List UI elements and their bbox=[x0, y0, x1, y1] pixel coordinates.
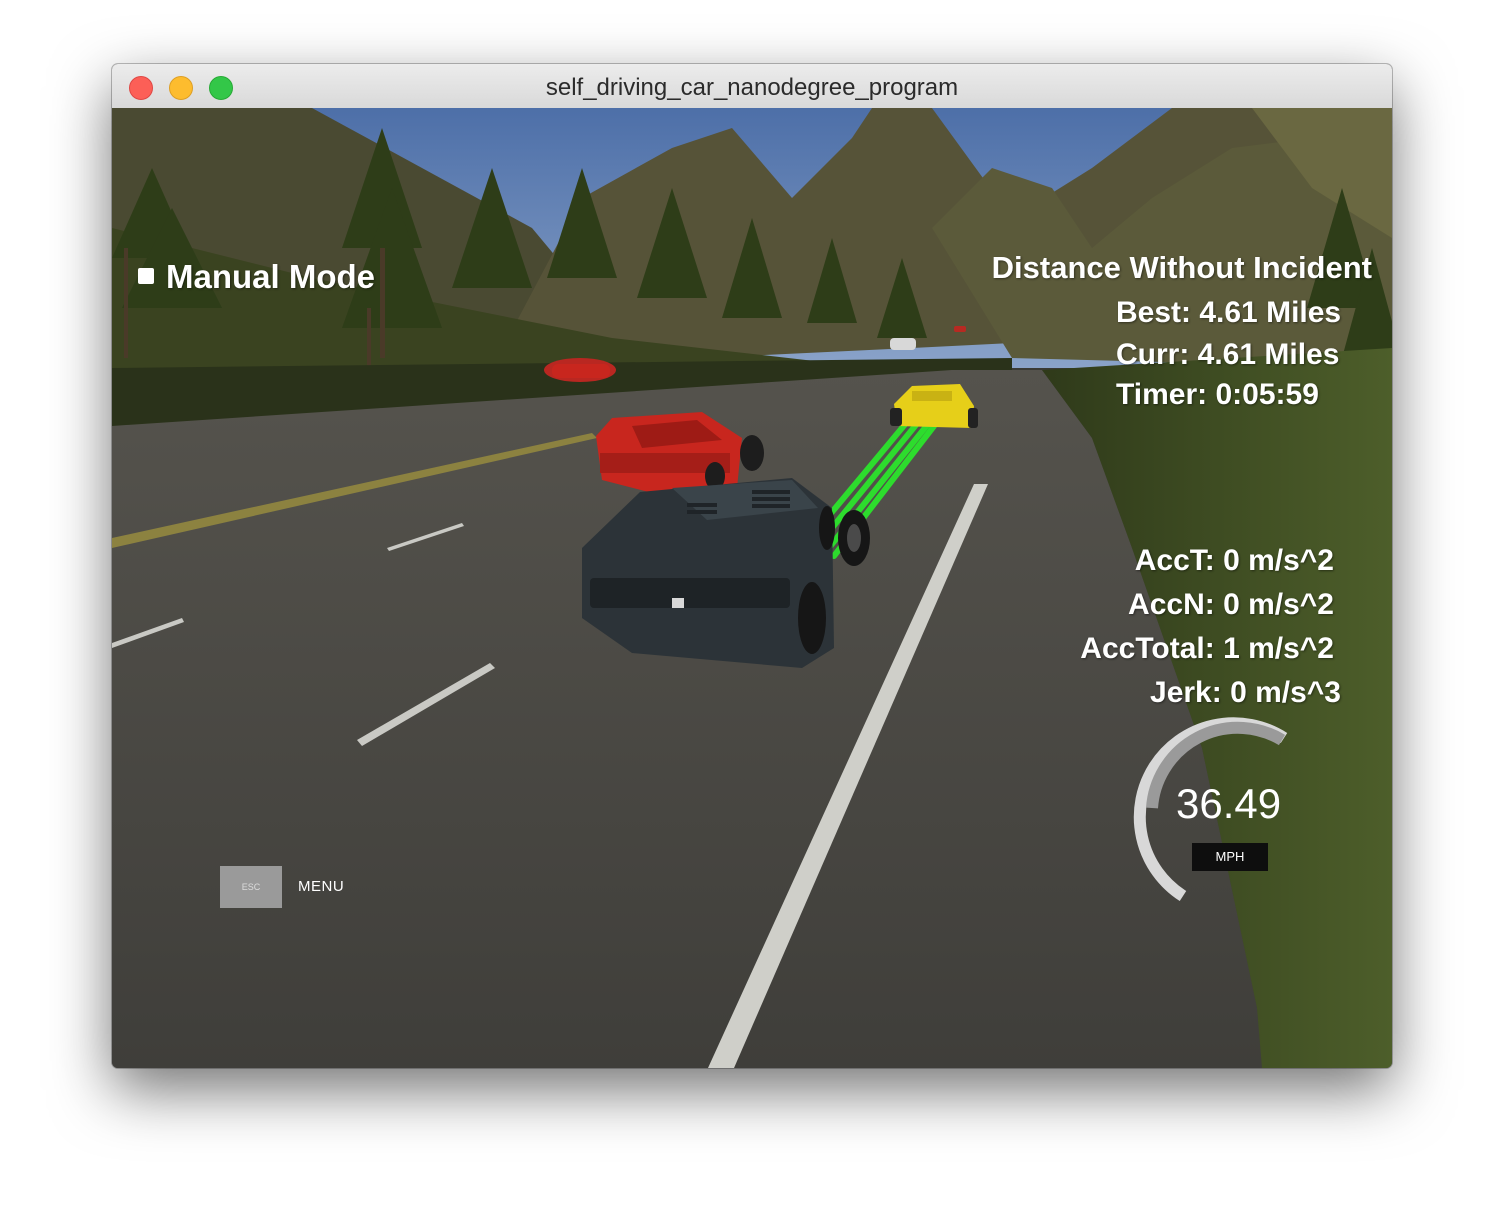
mode-toggle-icon[interactable] bbox=[138, 268, 154, 284]
timer: Timer: 0:05:59 bbox=[1116, 378, 1319, 411]
acc-t: AccT: 0 m/s^2 bbox=[1134, 544, 1334, 577]
esc-button[interactable]: ESC bbox=[220, 866, 282, 908]
acc-total: AccTotal: 1 m/s^2 bbox=[1080, 632, 1334, 665]
simulator-window: self_driving_car_nanodegree_program Manu… bbox=[112, 64, 1392, 1068]
distant-car-white bbox=[890, 338, 916, 350]
jerk: Jerk: 0 m/s^3 bbox=[1150, 676, 1341, 709]
menu-label: MENU bbox=[298, 878, 345, 895]
mode-indicator[interactable]: Manual Mode bbox=[138, 258, 375, 296]
speed-unit: MPH bbox=[1192, 843, 1268, 871]
acc-n: AccN: 0 m/s^2 bbox=[1128, 588, 1334, 621]
speed-value: 36.49 bbox=[1176, 780, 1282, 827]
current-distance: Curr: 4.61 Miles bbox=[1116, 338, 1340, 371]
ego-car bbox=[582, 478, 870, 668]
title-bar: self_driving_car_nanodegree_program bbox=[112, 64, 1392, 109]
window-title: self_driving_car_nanodegree_program bbox=[545, 74, 959, 101]
mode-label: Manual Mode bbox=[166, 258, 376, 295]
game-viewport: Manual Mode Distance Without Incident Be… bbox=[112, 108, 1392, 1068]
distant-car-red-small bbox=[954, 326, 966, 332]
best-distance: Best: 4.61 Miles bbox=[1116, 296, 1342, 329]
distance-heading: Distance Without Incident bbox=[991, 250, 1372, 285]
red-car-far bbox=[544, 358, 616, 382]
